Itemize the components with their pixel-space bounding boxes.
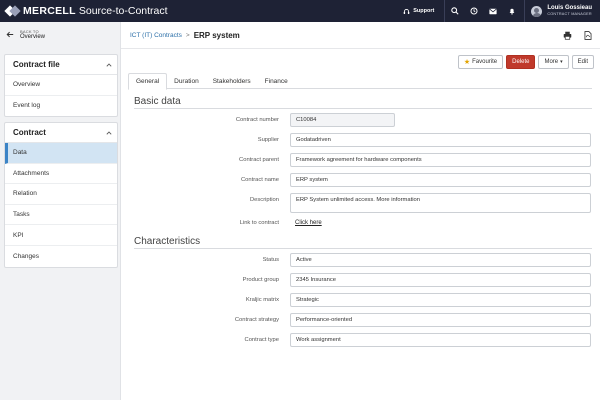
bell-icon: [509, 8, 515, 15]
caret-down-icon: ▾: [560, 59, 563, 65]
contract-type-row: Contract type Work assignment: [121, 333, 600, 347]
pdf-export-icon[interactable]: [584, 30, 592, 40]
search-icon: [451, 7, 459, 15]
contract-panel: Contract Data Attachments Relation Tasks…: [4, 122, 118, 268]
supplier-field[interactable]: Godatadriven: [290, 133, 591, 147]
description-row: Description ERP System unlimited access.…: [121, 193, 600, 213]
breadcrumb-parent-link[interactable]: ICT (IT) Contracts: [130, 32, 182, 39]
top-bar: MERCELL Source-to-Contract Support Louis…: [0, 0, 600, 22]
link-to-contract-label: Link to contract: [239, 220, 279, 226]
sidebar-item-overview[interactable]: Overview: [5, 75, 117, 96]
link-to-contract-row: Link to contract Click here: [121, 216, 600, 230]
avatar: [531, 5, 543, 17]
contract-type-field[interactable]: Work assignment: [290, 333, 591, 347]
user-role: CONTRACT MANAGER: [547, 12, 592, 16]
status-label: Status: [262, 257, 279, 263]
characteristics-heading: Characteristics: [134, 236, 592, 249]
product-group-row: Product group 2345 Insurance: [121, 273, 600, 287]
contract-parent-row: Contract parent Framework agreement for …: [121, 153, 600, 167]
logo[interactable]: MERCELL Source-to-Contract: [0, 0, 168, 22]
contract-file-header[interactable]: Contract file: [5, 55, 117, 75]
contract-header[interactable]: Contract: [5, 123, 117, 143]
tab-stakeholders[interactable]: Stakeholders: [206, 73, 258, 89]
notifications-button[interactable]: [502, 0, 521, 22]
messages-button[interactable]: [483, 0, 502, 22]
mail-icon: [489, 8, 497, 14]
contract-number-field: C10084: [290, 113, 395, 127]
sidebar-item-relation[interactable]: Relation: [5, 184, 117, 205]
kraljic-matrix-field[interactable]: Strategic: [290, 293, 591, 307]
back-to-overview-link[interactable]: BACK TO Overview: [0, 22, 120, 47]
contract-name-label: Contract name: [240, 177, 279, 183]
kraljic-matrix-label: Kraljic matrix: [245, 297, 279, 303]
history-button[interactable]: [464, 0, 483, 22]
print-icon[interactable]: [563, 31, 572, 40]
contract-parent-label: Contract parent: [239, 157, 279, 163]
mercell-logo-icon: [4, 5, 21, 18]
contract-file-panel: Contract file Overview Event log: [4, 54, 118, 118]
contract-name-row: Contract name ERP system: [121, 173, 600, 187]
brand-name: MERCELL: [23, 5, 76, 17]
star-icon: ★: [463, 59, 471, 66]
tab-finance[interactable]: Finance: [258, 73, 295, 89]
headset-icon: [403, 8, 410, 14]
contract-link[interactable]: Click here: [295, 216, 322, 230]
status-field[interactable]: Active: [290, 253, 591, 267]
product-name: Source-to-Contract: [78, 5, 168, 17]
contract-name-field[interactable]: ERP system: [290, 173, 591, 187]
contract-number-label: Contract number: [235, 117, 279, 123]
description-field[interactable]: ERP System unlimited access. More inform…: [290, 193, 591, 213]
main-content: ICT (IT) Contracts > ERP system ★ Favouri…: [121, 22, 600, 400]
page-title: ERP system: [193, 30, 240, 40]
chevron-up-icon: [106, 62, 112, 67]
user-menu[interactable]: Louis Gossieau CONTRACT MANAGER: [524, 0, 600, 22]
more-button[interactable]: More ▾: [538, 55, 569, 69]
contract-number-row: Contract number C10084: [121, 113, 600, 127]
tab-duration[interactable]: Duration: [167, 73, 206, 89]
kraljic-matrix-row: Kraljic matrix Strategic: [121, 293, 600, 307]
delete-button[interactable]: Delete: [506, 55, 536, 69]
sidebar-item-kpi[interactable]: KPI: [5, 225, 117, 246]
sidebar-item-attachments[interactable]: Attachments: [5, 164, 117, 185]
contract-title: Contract: [13, 128, 46, 137]
contract-file-title: Contract file: [13, 60, 60, 69]
support-link[interactable]: Support: [393, 0, 446, 22]
contract-type-label: Contract type: [244, 337, 279, 343]
description-label: Description: [250, 197, 279, 203]
sidebar-item-changes[interactable]: Changes: [5, 246, 117, 267]
tab-general[interactable]: General: [128, 73, 168, 90]
breadcrumb: ICT (IT) Contracts > ERP system: [121, 22, 600, 49]
favourite-button[interactable]: ★ Favourite: [457, 55, 504, 69]
sidebar: BACK TO Overview Contract file Overview …: [0, 22, 121, 400]
basic-data-heading: Basic data: [134, 96, 592, 109]
sidebar-item-event-log[interactable]: Event log: [5, 96, 117, 117]
search-button[interactable]: [445, 0, 464, 22]
sidebar-item-tasks[interactable]: Tasks: [5, 205, 117, 226]
contract-strategy-label: Contract strategy: [234, 317, 279, 323]
supplier-label: Supplier: [257, 137, 279, 143]
user-name: Louis Gossieau: [547, 5, 592, 11]
product-group-field[interactable]: 2345 Insurance: [290, 273, 591, 287]
history-icon: [470, 7, 478, 15]
supplier-row: Supplier Godatadriven: [121, 133, 600, 147]
action-buttons: ★ Favourite Delete More ▾ Edit: [457, 55, 594, 69]
arrow-left-icon: [6, 31, 14, 38]
status-row: Status Active: [121, 253, 600, 267]
chevron-up-icon: [106, 130, 112, 135]
contract-parent-field[interactable]: Framework agreement for hardware compone…: [290, 153, 591, 167]
contract-strategy-field[interactable]: Performance-oriented: [290, 313, 591, 327]
contract-strategy-row: Contract strategy Performance-oriented: [121, 313, 600, 327]
sidebar-item-data[interactable]: Data: [5, 143, 117, 164]
support-label: Support: [413, 8, 435, 14]
product-group-label: Product group: [242, 277, 279, 283]
tab-bar: General Duration Stakeholders Finance: [128, 73, 592, 90]
edit-button[interactable]: Edit: [571, 55, 594, 69]
back-to-label: Overview: [20, 33, 46, 40]
breadcrumb-separator: >: [185, 31, 190, 39]
